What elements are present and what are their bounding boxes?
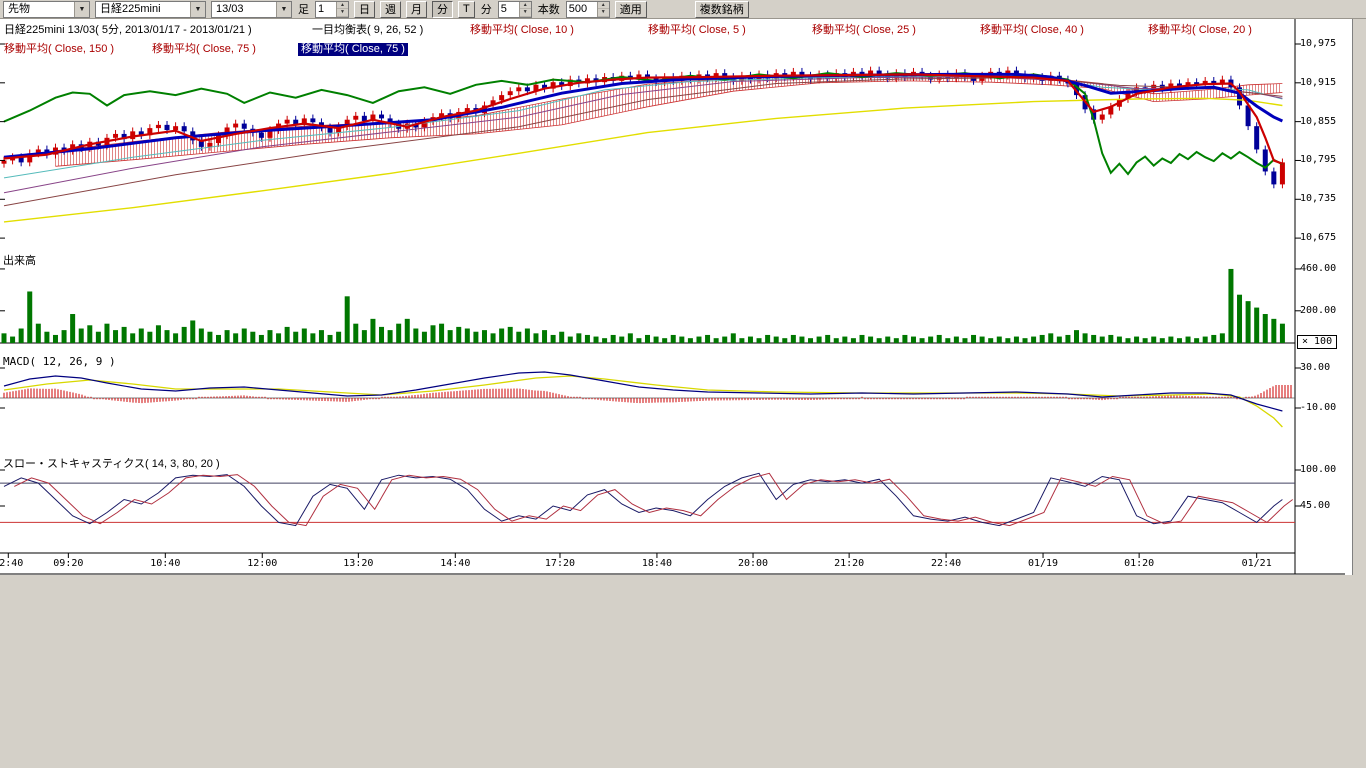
instrument-select[interactable]: 日経225mini ▼ — [95, 1, 206, 18]
x-axis-tick: 01/21 — [1242, 558, 1272, 569]
apply-button[interactable]: 適用 — [615, 1, 647, 18]
instrument-value: 日経225mini — [96, 2, 190, 17]
legend-item[interactable]: 移動平均( Close, 75 ) — [152, 43, 256, 56]
x-axis-tick: 10:40 — [150, 558, 180, 569]
contract-month-value: 13/03 — [212, 2, 276, 17]
legend-item[interactable]: 移動平均( Close, 25 ) — [812, 24, 916, 37]
bar-count-field[interactable] — [567, 2, 597, 17]
chart-legend-row2: 移動平均( Close, 150 ) 移動平均( Close, 75 ) 移動平均(… — [0, 43, 1295, 57]
spinner-icon[interactable]: ▲▼ — [336, 2, 348, 17]
legend-item[interactable]: 一目均衡表( 9, 26, 52 ) — [312, 24, 423, 37]
volume-multiplier-badge: × 100 — [1297, 335, 1337, 349]
chart-legend-row1: 日経225mini 13/03( 5分, 2013/01/17 - 2013/0… — [0, 24, 1295, 38]
chevron-down-icon[interactable]: ▼ — [276, 2, 291, 17]
price-axis-tick: 10,915 — [1300, 77, 1336, 88]
period-day-button[interactable]: 日 — [354, 1, 375, 18]
minute-label: 分 — [481, 1, 492, 17]
spinner-icon[interactable]: ▲▼ — [597, 2, 609, 17]
volume-panel-label: 出来高 — [3, 252, 36, 268]
chart-canvas[interactable] — [0, 19, 1345, 575]
x-axis-tick: 01:20 — [1124, 558, 1154, 569]
price-axis-tick: 10,735 — [1300, 193, 1336, 204]
price-axis-tick: 10,675 — [1300, 232, 1336, 243]
chevron-down-icon[interactable]: ▼ — [74, 2, 89, 17]
price-axis-tick: 10,855 — [1300, 116, 1336, 127]
legend-item[interactable]: 移動平均( Close, 5 ) — [648, 24, 746, 37]
minute-field[interactable] — [499, 2, 519, 17]
x-axis-tick: 20:00 — [738, 558, 768, 569]
volume-axis-tick: 200.00 — [1300, 305, 1336, 316]
interval-field[interactable] — [316, 2, 336, 17]
toolbar: 先物 ▼ 日経225mini ▼ 13/03 ▼ 足 ▲▼ 日 週 月 分 T … — [0, 0, 1366, 19]
legend-item[interactable]: 日経225mini 13/03( 5分, 2013/01/17 - 2013/0… — [4, 24, 252, 37]
x-axis-tick: 09:20 — [53, 558, 83, 569]
legend-item[interactable]: 移動平均( Close, 150 ) — [4, 43, 114, 56]
stoch-axis-tick: 45.00 — [1300, 500, 1330, 511]
x-axis-tick: 17:20 — [545, 558, 575, 569]
period-month-button[interactable]: 月 — [406, 1, 427, 18]
chart-area: 日経225mini 13/03( 5分, 2013/01/17 - 2013/0… — [0, 19, 1353, 575]
x-axis-tick: 18:40 — [642, 558, 672, 569]
stochastics-panel-label: スロー・ストキャスティクス( 14, 3, 80, 20 ) — [3, 455, 220, 471]
macd-axis-tick: -10.00 — [1300, 402, 1336, 413]
price-axis-tick: 10,795 — [1300, 154, 1336, 165]
bar-count-label: 本数 — [538, 1, 560, 17]
period-tick-button[interactable]: T — [458, 1, 475, 18]
x-axis-tick: 13:20 — [343, 558, 373, 569]
multi-symbol-button[interactable]: 複数銘柄 — [695, 1, 749, 18]
chevron-down-icon[interactable]: ▼ — [190, 2, 205, 17]
legend-item[interactable]: 移動平均( Close, 75 ) — [298, 43, 408, 56]
bar-type-label: 足 — [298, 1, 309, 17]
period-minute-button[interactable]: 分 — [432, 1, 453, 18]
period-week-button[interactable]: 週 — [380, 1, 401, 18]
x-axis-tick: 22:40 — [931, 558, 961, 569]
instrument-type-select[interactable]: 先物 ▼ — [3, 1, 90, 18]
x-axis-tick: 14:40 — [440, 558, 470, 569]
price-axis-tick: 10,975 — [1300, 38, 1336, 49]
instrument-type-value: 先物 — [4, 2, 74, 17]
x-axis-tick: 12:00 — [247, 558, 277, 569]
macd-panel-label: MACD( 12, 26, 9 ) — [3, 355, 116, 368]
x-axis-tick: 02:40 — [0, 558, 23, 569]
interval-input[interactable]: ▲▼ — [315, 1, 349, 18]
minute-input[interactable]: ▲▼ — [498, 1, 532, 18]
volume-axis-tick: 460.00 — [1300, 263, 1336, 274]
legend-item[interactable]: 移動平均( Close, 10 ) — [470, 24, 574, 37]
stoch-axis-tick: 100.00 — [1300, 464, 1336, 475]
legend-item[interactable]: 移動平均( Close, 40 ) — [980, 24, 1084, 37]
x-axis-tick: 01/19 — [1028, 558, 1058, 569]
x-axis-tick: 21:20 — [834, 558, 864, 569]
spinner-icon[interactable]: ▲▼ — [519, 2, 531, 17]
bar-count-input[interactable]: ▲▼ — [566, 1, 610, 18]
legend-item[interactable]: 移動平均( Close, 20 ) — [1148, 24, 1252, 37]
contract-month-select[interactable]: 13/03 ▼ — [211, 1, 292, 18]
macd-axis-tick: 30.00 — [1300, 362, 1330, 373]
